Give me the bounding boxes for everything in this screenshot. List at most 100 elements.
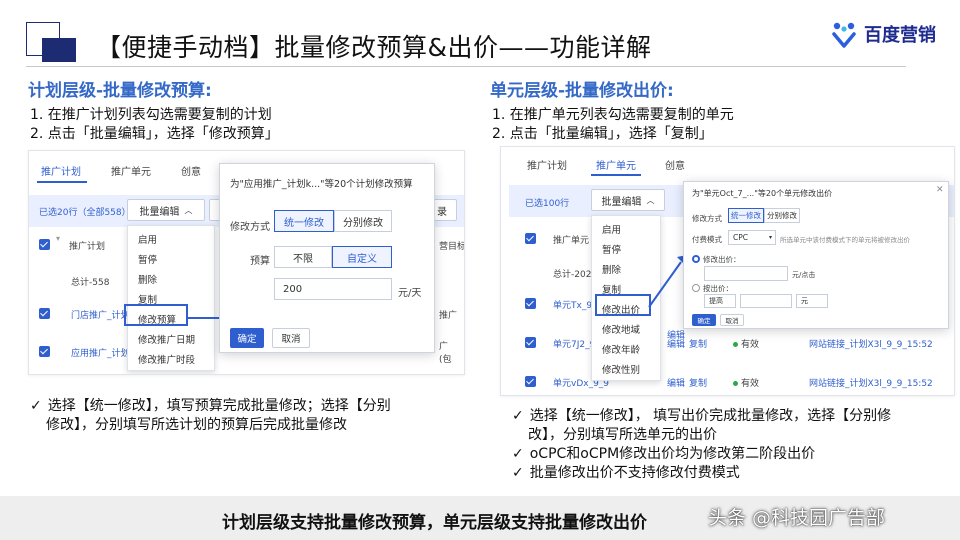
budget-input[interactable]: 200 [274,278,392,300]
status-dot-icon [733,381,738,386]
row-3-link[interactable]: 网站链接_计划X3l_9_9_15:52 [809,376,933,389]
header-decoration-fill [42,38,76,62]
chevron-up-icon-r: ︿ [646,195,655,205]
right-step-2: 2. 点击「批量编辑」，选择「复制」 [492,126,713,142]
tab-creative-r[interactable]: 创意 [665,157,685,172]
mode-separate-option[interactable]: 分别修改 [334,210,392,232]
right-note-1-text: 选择【统一修改】， 填写出价完成批量修改，选择【分别修 [529,408,892,424]
menu-item-modify-region[interactable]: 修改地域 [602,322,640,336]
row-2-goal-b: (包 [439,355,452,365]
batch-edit-label: 批量编辑 [139,206,180,218]
row-2-checkbox-r[interactable] [525,337,536,348]
row-2-status: 有效 [733,337,759,350]
checkmark-icon: ✓ [30,398,42,414]
menu-item-modify-time[interactable]: 修改推广时段 [138,352,195,366]
row-2-edit[interactable]: 编辑 [667,337,685,350]
ratio-radio-label: 按出价： [703,284,733,293]
column-header-plan: 推广计划 [69,242,106,252]
ratio-select[interactable]: 提高 [704,294,736,308]
bid-radio[interactable] [692,255,700,263]
dialog-ok-button-r[interactable]: 确定 [692,314,716,326]
dialog-title-r: 为"单元Oct_7_..."等20个单元修改出价 [692,189,833,198]
left-screenshot: 推广计划 推广单元 创意 已选20行（全部558） 批量编辑 ︿ 录 ▾ 推广计… [28,150,465,375]
ratio-radio[interactable] [692,284,700,292]
tab-unit[interactable]: 推广单元 [111,163,151,178]
baidu-marketing-logo-icon [832,22,856,48]
close-icon[interactable]: ✕ [936,185,944,195]
batch-edit-button[interactable]: 批量编辑 ︿ [127,199,205,221]
brand-name: 百度营销 [864,25,936,46]
budget-label: 预算 [250,256,270,267]
menu-item-pause[interactable]: 暂停 [138,252,157,266]
batch-edit-label-r: 批量编辑 [601,196,642,208]
menu-item-enable[interactable]: 启用 [138,232,157,246]
budget-custom-option[interactable]: 自定义 [332,246,392,268]
menu-item-delete[interactable]: 删除 [138,272,157,286]
row-3-copy[interactable]: 复制 [689,376,707,389]
bid-input[interactable] [704,266,788,281]
row-1-checkbox[interactable] [39,308,50,319]
select-all-checkbox[interactable] [39,239,50,250]
left-section-title: 计划层级-批量修改预算: [28,81,212,101]
ratio-unit-select[interactable]: 元 [796,294,828,308]
menu-item-modify-age[interactable]: 修改年龄 [602,342,640,356]
row-3-edit[interactable]: 编辑 [667,376,685,389]
row-2-link[interactable]: 网站链接_计划X3l_9_9_15:52 [809,337,933,350]
dialog-cancel-button[interactable]: 取消 [272,328,310,348]
mode-unified-option[interactable]: 统一修改 [274,210,334,232]
menu-item-modify-gender[interactable]: 修改性别 [602,362,640,376]
right-note-2-text: oCPC和oCPM修改出价均为修改第二阶段出价 [529,446,816,462]
row-1-checkbox-r[interactable] [525,298,536,309]
sort-icon[interactable]: ▾ [56,234,60,243]
row-2-copy[interactable]: 复制 [689,337,707,350]
left-note-1: ✓ 选择【统一修改】，填写预算完成批量修改；选择【分别 [30,397,391,416]
row-2-goal-a: 广 [439,342,449,352]
menu-item-modify-date[interactable]: 修改推广日期 [138,332,195,346]
tab-unit-r[interactable]: 推广单元 [596,157,636,172]
left-step-1: 1. 在推广计划列表勾选需要复制的计划 [30,107,272,123]
row-1-plan-name[interactable]: 门店推广_计划 [71,308,130,321]
tab-plan-r[interactable]: 推广计划 [527,157,567,172]
row-2-plan-name[interactable]: 应用推广_计划 [71,346,130,359]
menu-item-delete-r[interactable]: 删除 [602,262,621,276]
selection-count: 已选20行（全部558） [39,208,131,218]
right-section-title: 单元层级-批量修改出价: [490,81,674,101]
menu-item-pause-r[interactable]: 暂停 [602,242,621,256]
ratio-select-value: 提高 [709,297,723,305]
menu-item-enable-r[interactable]: 启用 [602,222,621,236]
row-1-goal: 推广 [439,311,458,321]
right-note-3: ✓ 批量修改出价不支持修改付费模式 [512,464,740,483]
budget-unlimited-option[interactable]: 不限 [274,246,332,268]
right-note-2: ✓ oCPC和oCPM修改出价均为修改第二阶段出价 [512,445,815,464]
column-header-goal: 营目标 [439,242,465,252]
ratio-input[interactable] [740,294,792,308]
mode-separate-option-r[interactable]: 分别修改 [764,208,800,223]
ratio-unit-value: 元 [801,297,808,305]
chevron-down-icon: ▾ [768,234,772,241]
right-note-1-cont: 改】，分别填写所选单元的出价 [528,427,717,443]
select-all-checkbox-r[interactable] [525,233,536,244]
right-step-1: 1. 在推广单元列表勾选需要复制的单元 [492,107,734,123]
bid-unit: 元/点击 [792,271,816,279]
dialog-cancel-button-r[interactable]: 取消 [720,314,744,326]
dialog-ok-button[interactable]: 确定 [230,328,264,348]
total-row: 总计-558 [71,278,110,288]
row-3-status: 有效 [733,376,759,389]
row-2-checkbox[interactable] [39,346,50,357]
row-3-checkbox-r[interactable] [525,376,536,387]
left-note-1-cont: 修改】，分别填写所选计划的预算后完成批量修改 [46,417,347,433]
batch-edit-button-r[interactable]: 批量编辑 ︿ [591,189,665,211]
tab-creative[interactable]: 创意 [181,163,201,178]
batch-edit-menu: 启用 暂停 删除 复制 修改预算 修改推广日期 修改推广时段 [127,225,215,371]
tab-plan[interactable]: 推广计划 [41,163,81,178]
modify-budget-dialog: 为"应用推广_计划k..."等20个计划修改预算 修改方式 统一修改 分别修改 … [219,163,435,353]
highlight-modify-bid [595,294,651,316]
pay-mode-hint: 所选单元中该付费模式下的单元将被修改出价 [780,236,910,244]
total-row-r: 总计-202 [553,270,592,280]
pay-mode-label: 付费模式 [692,235,722,244]
right-note-3-text: 批量修改出价不支持修改付费模式 [529,465,740,481]
checkmark-icon: ✓ [512,465,524,481]
mode-unified-option-r[interactable]: 统一修改 [728,208,764,223]
pay-mode-select[interactable]: CPC ▾ [728,230,776,245]
bid-radio-label: 修改出价： [703,255,741,264]
